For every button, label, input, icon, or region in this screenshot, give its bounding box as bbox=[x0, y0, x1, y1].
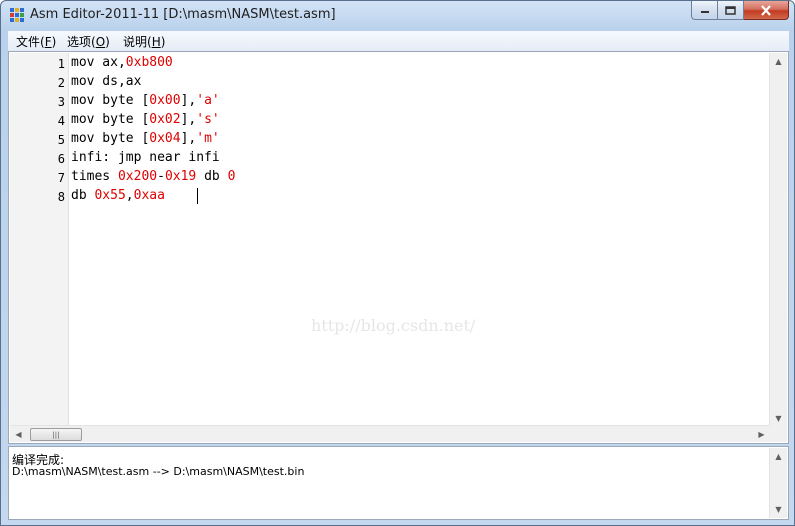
code-literal: 0xaa bbox=[133, 188, 165, 203]
code-token: mov ax, bbox=[71, 55, 126, 70]
title-bar[interactable]: Asm Editor-2011-11 [D:\masm\NASM\test.as… bbox=[1, 1, 794, 31]
code-token: ], bbox=[180, 131, 197, 146]
menu-options[interactable]: 选项(O) bbox=[67, 33, 110, 50]
code-literal: 0x200 bbox=[117, 169, 158, 184]
scroll-thumb[interactable]: ||| bbox=[30, 428, 82, 441]
close-icon bbox=[761, 4, 771, 16]
code-line: mov byte [0x00],'a' bbox=[71, 93, 220, 108]
code-token: mov byte [ bbox=[71, 112, 150, 127]
output-scroll-up-icon[interactable]: ▲ bbox=[770, 448, 787, 465]
line-number: 7 bbox=[57, 171, 65, 185]
menu-bar: 文件(F) 选项(O) 说明(H) bbox=[8, 31, 789, 52]
window-title: Asm Editor-2011-11 [D:\masm\NASM\test.as… bbox=[30, 7, 336, 22]
text-cursor bbox=[197, 188, 198, 204]
code-line: mov ds,ax bbox=[71, 74, 141, 89]
line-number: 5 bbox=[57, 133, 65, 147]
code-literal: 0x19 bbox=[164, 169, 197, 184]
code-line: mov ax,0xb800 bbox=[71, 55, 173, 70]
caption-buttons bbox=[691, 1, 789, 21]
output-scroll-down-icon[interactable]: ▼ bbox=[770, 501, 787, 518]
code-literal: 0x04 bbox=[149, 131, 181, 146]
maximize-button[interactable] bbox=[718, 1, 744, 20]
watermark: http://blog.csdn.net/ bbox=[311, 316, 476, 335]
scroll-right-icon[interactable]: ▶ bbox=[753, 426, 770, 442]
code-line: db 0x55,0xaa bbox=[71, 188, 165, 203]
line-number: 2 bbox=[57, 76, 65, 90]
code-line: mov byte [0x04],'m' bbox=[71, 131, 220, 146]
output-scrollbar[interactable]: ▲ ▼ bbox=[769, 448, 787, 518]
code-token: ], bbox=[180, 93, 197, 108]
close-button[interactable] bbox=[744, 1, 789, 20]
scroll-left-icon[interactable]: ◀ bbox=[10, 426, 27, 442]
code-literal: 0x02 bbox=[149, 112, 181, 127]
code-token: mov byte [ bbox=[71, 93, 150, 108]
code-literal: 0xb800 bbox=[125, 55, 173, 70]
scroll-down-icon[interactable]: ▼ bbox=[770, 410, 787, 427]
line-number: 4 bbox=[57, 114, 65, 128]
output-detail: D:\masm\NASM\test.asm --> D:\masm\NASM\t… bbox=[12, 465, 305, 478]
code-token: ], bbox=[180, 112, 197, 127]
line-number-gutter: 1 2 3 4 5 6 7 8 bbox=[10, 53, 69, 427]
code-literal: 'm' bbox=[196, 131, 220, 146]
output-panel[interactable]: 编译完成: D:\masm\NASM\test.asm --> D:\masm\… bbox=[8, 446, 789, 520]
code-token: , bbox=[125, 188, 134, 203]
line-number: 3 bbox=[57, 95, 65, 109]
code-editor[interactable]: 1 2 3 4 5 6 7 8 mov ax,0xb800 mov ds,ax mov byte … bbox=[8, 51, 789, 444]
code-line: mov byte [0x02],'s' bbox=[71, 112, 220, 127]
line-number: 6 bbox=[57, 152, 65, 166]
minimize-button[interactable] bbox=[691, 1, 718, 20]
scroll-up-icon[interactable]: ▲ bbox=[770, 53, 787, 70]
line-number: 1 bbox=[57, 57, 65, 71]
menu-file[interactable]: 文件(F) bbox=[16, 33, 56, 50]
code-literal: 'a' bbox=[196, 93, 220, 108]
code-token: mov byte [ bbox=[71, 131, 150, 146]
code-token: db bbox=[71, 188, 95, 203]
code-literal: 0x00 bbox=[149, 93, 181, 108]
line-number: 8 bbox=[57, 190, 65, 204]
code-token: infi: jmp near infi bbox=[71, 150, 220, 165]
maximize-icon bbox=[725, 5, 736, 15]
code-line: infi: jmp near infi bbox=[71, 150, 220, 165]
code-token: - bbox=[157, 169, 165, 184]
code-token: db bbox=[196, 169, 228, 184]
code-literal: 0 bbox=[227, 169, 236, 184]
code-token: times bbox=[71, 169, 118, 184]
app-window: Asm Editor-2011-11 [D:\masm\NASM\test.as… bbox=[0, 0, 795, 526]
minimize-icon bbox=[700, 11, 709, 13]
code-token: mov ds,ax bbox=[71, 74, 142, 89]
code-literal: 0x55 bbox=[94, 188, 126, 203]
scroll-corner bbox=[770, 426, 787, 442]
code-line: times 0x200-0x19 db 0 bbox=[71, 169, 235, 184]
vertical-scrollbar[interactable]: ▲ ▼ bbox=[769, 53, 787, 427]
horizontal-scrollbar[interactable]: ◀ ||| ▶ bbox=[10, 425, 770, 442]
code-literal: 's' bbox=[196, 112, 220, 127]
menu-help[interactable]: 说明(H) bbox=[123, 33, 165, 50]
app-grid-icon[interactable] bbox=[10, 8, 24, 22]
